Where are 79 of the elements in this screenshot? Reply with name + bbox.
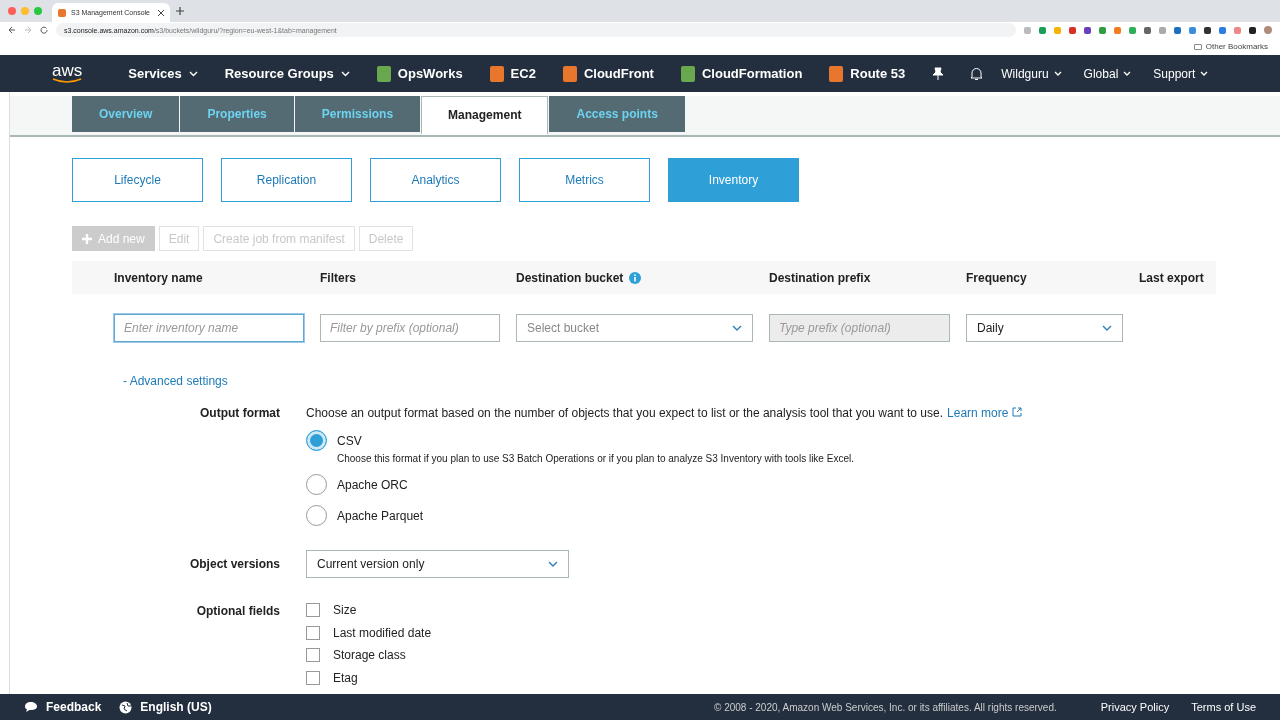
advanced-settings-toggle[interactable]: - Advanced settings bbox=[123, 374, 228, 388]
radio-button[interactable] bbox=[306, 474, 327, 495]
column-header: Inventory name bbox=[114, 270, 203, 285]
select-field[interactable]: Current version only bbox=[306, 550, 569, 578]
footer-link[interactable]: Privacy Policy bbox=[1100, 701, 1170, 713]
speech-bubble-icon bbox=[24, 701, 38, 713]
account-menu[interactable]: Global bbox=[1083, 66, 1132, 81]
checkbox[interactable] bbox=[306, 648, 320, 663]
option-description: Choose this format if you plan to use S3 Batch Operations or if you plan to analyze S3 Inventory with tools like Excel. bbox=[337, 453, 854, 464]
chevron-down-icon bbox=[732, 325, 742, 331]
checkbox[interactable] bbox=[306, 603, 320, 618]
bell-icon[interactable] bbox=[970, 66, 984, 81]
chevron-down-icon bbox=[548, 561, 558, 567]
checkbox[interactable] bbox=[306, 670, 320, 685]
learn-more-link[interactable]: Learn more bbox=[947, 406, 1022, 420]
column-header: Frequency bbox=[966, 270, 1027, 285]
field-label: Optional fields bbox=[195, 604, 280, 620]
service-shortcut[interactable]: OpsWorks bbox=[376, 65, 463, 82]
service-shortcut[interactable]: EC2 bbox=[489, 65, 536, 82]
checkbox-label: Storage class bbox=[333, 648, 406, 663]
service-shortcut[interactable]: CloudFormation bbox=[680, 65, 803, 82]
plus-icon bbox=[82, 233, 92, 244]
chevron-down-icon bbox=[1102, 325, 1112, 331]
reload-icon[interactable] bbox=[40, 26, 48, 34]
select-field[interactable]: Daily bbox=[966, 314, 1123, 342]
forward-icon[interactable] bbox=[24, 26, 32, 34]
account-menu[interactable]: Support bbox=[1153, 66, 1209, 81]
subtab[interactable]: Lifecycle bbox=[72, 158, 203, 202]
tab[interactable]: Management bbox=[421, 96, 549, 135]
footer-link[interactable]: Terms of Use bbox=[1191, 701, 1256, 713]
caret-icon bbox=[1123, 71, 1132, 76]
window-close-button[interactable] bbox=[8, 7, 16, 15]
window-zoom-button[interactable] bbox=[34, 7, 42, 15]
subtab[interactable]: Replication bbox=[221, 158, 352, 202]
column-header: Destination bucket bbox=[516, 270, 624, 285]
account-menu[interactable]: Wildguru bbox=[1001, 66, 1062, 81]
input-field[interactable]: Enter inventory name bbox=[114, 314, 304, 342]
service-shortcut[interactable]: CloudFront bbox=[562, 65, 654, 82]
checkbox-label: Size bbox=[333, 603, 357, 618]
cube-icon bbox=[58, 8, 66, 17]
checkbox-label: Last modified date bbox=[333, 625, 432, 640]
globe-icon bbox=[119, 700, 133, 714]
radio-label: Apache Parquet bbox=[337, 509, 424, 523]
column-header: Destination prefix bbox=[769, 270, 871, 285]
nav-menu[interactable]: Services bbox=[128, 66, 198, 81]
external-link-icon bbox=[1011, 407, 1022, 417]
radio-button[interactable] bbox=[306, 430, 327, 451]
subtab[interactable]: Analytics bbox=[370, 158, 501, 202]
checkbox-label: Etag bbox=[333, 670, 358, 685]
subtab[interactable]: Metrics bbox=[519, 158, 650, 202]
select-field[interactable]: Select bucket bbox=[516, 314, 753, 342]
logo[interactable]: aws bbox=[52, 63, 83, 84]
copyright-text: © 2008 - 2020, Amazon Web Services, Inc. or its affiliates. All rights reserved. bbox=[714, 701, 1057, 713]
info-icon[interactable] bbox=[629, 271, 642, 284]
caret-icon bbox=[188, 70, 198, 77]
radio-button[interactable] bbox=[306, 505, 327, 526]
folder-icon bbox=[1193, 43, 1202, 50]
nav-menu[interactable]: Resource Groups bbox=[224, 66, 350, 81]
pin-icon[interactable] bbox=[932, 66, 945, 81]
language-selector[interactable]: English (US) bbox=[119, 700, 212, 714]
field-label: Object versions bbox=[188, 557, 280, 573]
service-shortcut[interactable]: Route 53 bbox=[829, 65, 906, 82]
feedback-button[interactable]: Feedback bbox=[24, 700, 102, 714]
close-icon[interactable] bbox=[158, 9, 164, 16]
caret-icon bbox=[1200, 71, 1209, 76]
bookmarks-folder[interactable]: Other Bookmarks bbox=[1205, 42, 1268, 51]
description-text: Choose an output format based on the number of objects that you expect to list or the analysis tool that you want to use. Learn more bbox=[306, 406, 1280, 420]
caret-icon bbox=[1053, 71, 1062, 76]
plus-icon[interactable] bbox=[176, 7, 184, 15]
field-label: Output format bbox=[199, 406, 280, 422]
radio-label: CSV bbox=[337, 434, 363, 448]
caret-icon bbox=[340, 70, 350, 77]
radio-label: Apache ORC bbox=[337, 478, 408, 492]
input-field[interactable]: Filter by prefix (optional) bbox=[320, 314, 500, 342]
column-header: Last export bbox=[1139, 270, 1204, 285]
column-header: Filters bbox=[320, 270, 356, 285]
back-icon[interactable] bbox=[8, 26, 16, 34]
profile-avatar[interactable] bbox=[1264, 26, 1272, 34]
checkbox[interactable] bbox=[306, 625, 320, 640]
